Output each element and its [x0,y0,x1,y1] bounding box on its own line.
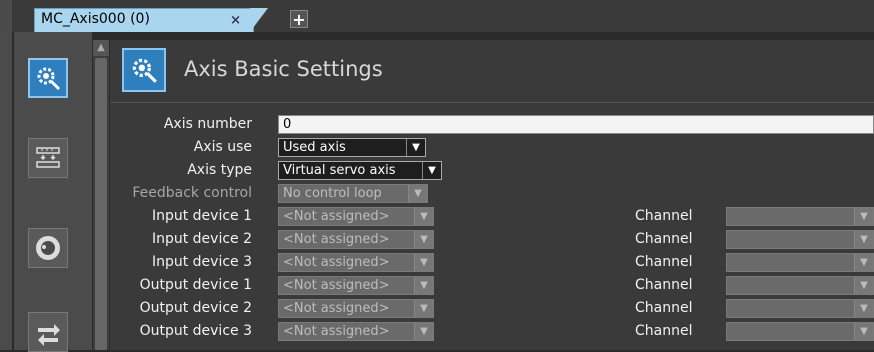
chevron-down-icon: ▼ [422,162,441,179]
chevron-down-icon: ▼ [854,300,873,317]
input-device-1-row: Input device 1 <Not assigned> ▼ Channel … [110,205,874,227]
output-device-1-select[interactable]: <Not assigned> ▼ [278,276,434,295]
sidebar-item-unit-conversion[interactable] [28,138,68,178]
tab-mc-axis000[interactable]: MC_Axis000 (0) × [34,8,254,32]
input-device-2-select[interactable]: <Not assigned> ▼ [278,230,434,249]
output-device-1-row: Output device 1 <Not assigned> ▼ Channel… [110,274,874,296]
sidebar-item-transfer[interactable] [28,312,68,352]
axis-type-value: Virtual servo axis [283,163,396,178]
channel-label: Channel [635,254,693,270]
axis-number-row: Axis number 0 [110,113,874,135]
tab-label: MC_Axis000 (0) [41,11,150,27]
input-device-3-select[interactable]: <Not assigned> ▼ [278,253,434,272]
chevron-down-icon: ▼ [414,277,433,294]
channel-label: Channel [635,277,693,293]
device-label: Output device 1 [139,277,252,293]
device-value: <Not assigned> [283,232,390,247]
axis-type-row: Axis type Virtual servo axis ▼ [110,159,874,181]
chevron-down-icon: ▼ [414,208,433,225]
axis-type-select[interactable]: Virtual servo axis ▼ [278,161,442,180]
main-panel: Axis Basic Settings Axis number 0 Axis u… [110,40,874,350]
device-value: <Not assigned> [283,255,390,270]
close-icon[interactable]: × [230,13,241,28]
chevron-down-icon: ▼ [414,254,433,271]
device-value: <Not assigned> [283,209,390,224]
chevron-down-icon: ▼ [414,231,433,248]
input-device-3-row: Input device 3 <Not assigned> ▼ Channel … [110,251,874,273]
tab-bar-edge [0,0,12,32]
chevron-down-icon: ▼ [414,300,433,317]
output-device-3-select[interactable]: <Not assigned> ▼ [278,322,434,341]
operation-settings-icon [36,236,60,260]
chevron-down-icon: ▼ [414,323,433,340]
chevron-down-icon: ▼ [854,277,873,294]
feedback-control-select[interactable]: No control loop ▼ [278,184,428,203]
axis-number-label: Axis number [163,116,252,132]
scroll-up-arrow-icon[interactable]: ▲ [93,40,109,56]
chevron-down-icon: ▼ [854,208,873,225]
axis-use-row: Axis use Used axis ▼ [110,136,874,158]
device-value: <Not assigned> [283,301,390,316]
axis-settings-icon [122,48,166,92]
feedback-control-value: No control loop [283,186,382,201]
chevron-down-icon: ▼ [854,254,873,271]
device-label: Output device 3 [139,323,252,339]
transfer-icon [38,324,60,346]
input-device-2-channel-select[interactable]: ▼ [726,230,874,249]
axis-type-label: Axis type [187,162,252,178]
page-title: Axis Basic Settings [184,57,383,81]
axis-use-select[interactable]: Used axis ▼ [278,138,426,157]
device-value: <Not assigned> [283,324,390,339]
axis-use-value: Used axis [283,140,346,155]
chevron-down-icon: ▼ [406,139,425,156]
output-device-3-row: Output device 3 <Not assigned> ▼ Channel… [110,320,874,342]
device-value: <Not assigned> [283,278,390,293]
feedback-control-row: Feedback control No control loop ▼ [110,182,874,204]
input-device-3-channel-select[interactable]: ▼ [726,253,874,272]
chevron-down-icon: ▼ [854,231,873,248]
tab-bar: MC_Axis000 (0) × + [0,0,874,32]
chevron-down-icon: ▼ [854,323,873,340]
input-device-1-channel-select[interactable]: ▼ [726,207,874,226]
axis-use-label: Axis use [193,139,252,155]
device-label: Input device 1 [151,208,252,224]
output-device-2-row: Output device 2 <Not assigned> ▼ Channel… [110,297,874,319]
channel-label: Channel [635,300,693,316]
device-label: Input device 3 [151,254,252,270]
input-device-2-row: Input device 2 <Not assigned> ▼ Channel … [110,228,874,250]
channel-label: Channel [635,231,693,247]
input-device-1-select[interactable]: <Not assigned> ▼ [278,207,434,226]
scrollbar-thumb[interactable] [95,58,107,350]
channel-label: Channel [635,208,693,224]
output-device-3-channel-select[interactable]: ▼ [726,322,874,341]
section-header: Axis Basic Settings [110,40,874,103]
add-tab-button[interactable]: + [290,10,308,28]
axis-number-input[interactable]: 0 [278,115,874,134]
sidebar-item-operation-settings[interactable] [28,228,68,268]
output-device-2-channel-select[interactable]: ▼ [726,299,874,318]
axis-settings-icon [37,67,61,91]
tab-corner [250,8,268,32]
sidebar-item-axis-settings[interactable] [28,58,68,98]
channel-label: Channel [635,323,693,339]
output-device-2-select[interactable]: <Not assigned> ▼ [278,299,434,318]
left-panel-divider [12,32,14,350]
feedback-control-label: Feedback control [132,185,252,201]
chevron-down-icon: ▼ [408,185,427,202]
output-device-1-channel-select[interactable]: ▼ [726,276,874,295]
device-label: Input device 2 [151,231,252,247]
unit-conversion-icon [36,147,60,168]
device-label: Output device 2 [139,300,252,316]
